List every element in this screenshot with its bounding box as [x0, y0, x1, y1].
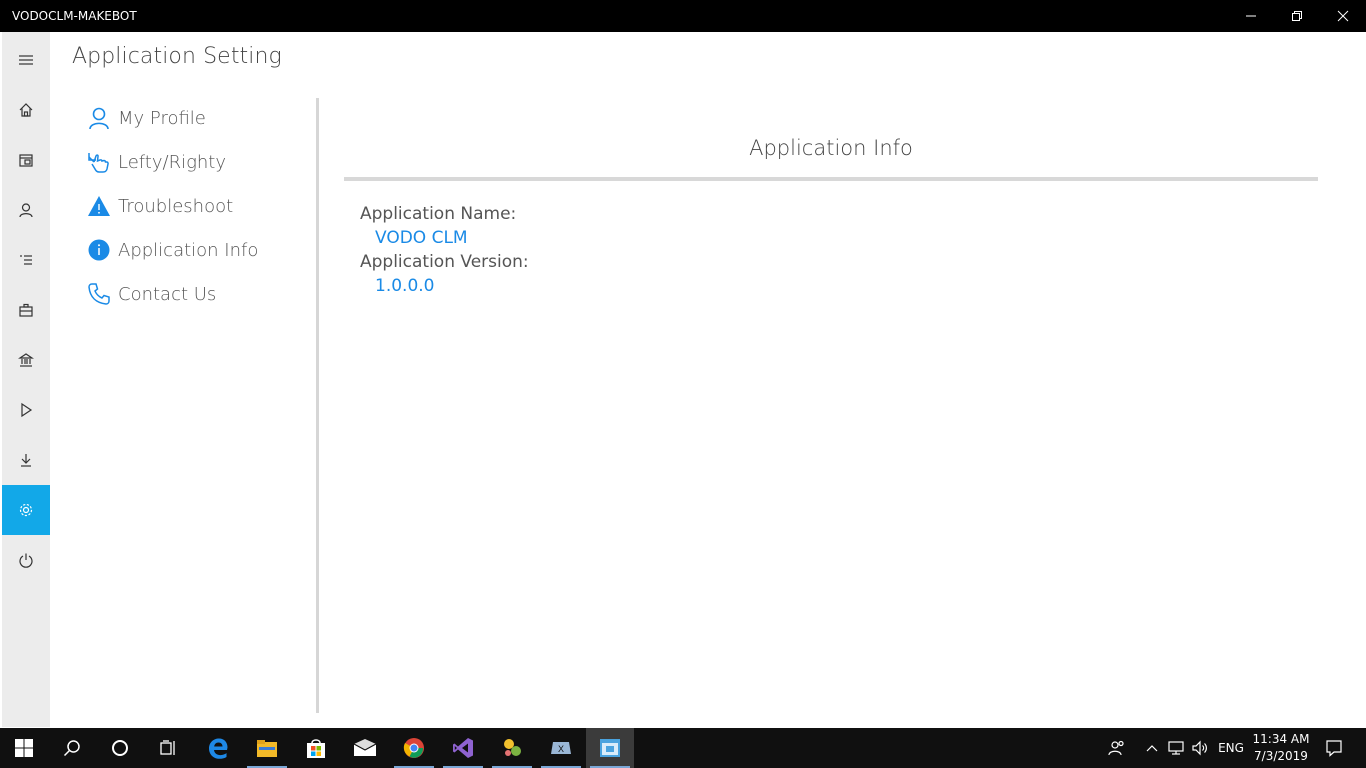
- search-icon: [63, 740, 80, 757]
- minimize-icon: [1246, 15, 1256, 17]
- file-explorer-taskbar-button[interactable]: [243, 728, 291, 768]
- nav-download[interactable]: [2, 435, 50, 485]
- app-taskbar-button-2[interactable]: X: [537, 728, 585, 768]
- visual-studio-taskbar-button[interactable]: [439, 728, 487, 768]
- clock-date: 7/3/2019: [1254, 749, 1308, 763]
- app-info-panel: Application Name: VODO CLM Application V…: [360, 202, 529, 298]
- person-icon: [19, 203, 33, 218]
- menu-item-label: Troubleshoot: [118, 195, 234, 217]
- cortana-button[interactable]: [96, 728, 144, 768]
- volume-icon: [1192, 740, 1207, 756]
- restore-button[interactable]: [1274, 0, 1320, 32]
- phone-icon: [86, 281, 112, 307]
- task-view-icon: [160, 740, 175, 755]
- edge-icon: [209, 738, 228, 759]
- menu-item-label: Application Info: [118, 239, 259, 261]
- store-icon: [19, 154, 33, 167]
- nav-home[interactable]: [2, 85, 50, 135]
- clock-time: 11:34 AM: [1252, 732, 1310, 746]
- mail-taskbar-button[interactable]: [341, 728, 389, 768]
- clock[interactable]: 11:34 AM 7/3/2019: [1250, 731, 1312, 765]
- list-icon: [20, 255, 32, 265]
- edge-taskbar-button[interactable]: [194, 728, 242, 768]
- people-button[interactable]: [1104, 728, 1130, 768]
- content-title: Application Info: [749, 136, 913, 160]
- cortana-icon: [112, 740, 128, 756]
- active-app-icon: [600, 739, 620, 757]
- info-icon: [86, 237, 112, 263]
- network-button[interactable]: [1164, 728, 1188, 768]
- nav-list[interactable]: [2, 235, 50, 285]
- nav-briefcase[interactable]: [2, 285, 50, 335]
- show-hidden-icons-button[interactable]: [1142, 728, 1162, 768]
- hamburger-menu-icon: [19, 55, 33, 65]
- minimize-button[interactable]: [1228, 0, 1274, 32]
- mail-icon: [353, 739, 377, 756]
- app-taskbar-button[interactable]: [488, 728, 536, 768]
- nav-profile[interactable]: [2, 185, 50, 235]
- close-button[interactable]: [1320, 0, 1366, 32]
- app-icon-2: X: [551, 742, 571, 754]
- power-icon: [19, 553, 33, 568]
- nav-bank[interactable]: [2, 335, 50, 385]
- gear-icon: [19, 503, 33, 517]
- app-version-label: Application Version:: [360, 252, 529, 272]
- chevron-up-icon: [1146, 745, 1158, 752]
- content-divider: [344, 177, 1318, 181]
- chrome-taskbar-button[interactable]: [390, 728, 438, 768]
- menu-item-contact-us[interactable]: Contact Us: [86, 272, 311, 316]
- menu-item-label: My Profile: [118, 107, 206, 129]
- action-center-button[interactable]: [1320, 728, 1348, 768]
- menu-divider: [316, 98, 319, 713]
- menu-item-label: Contact Us: [118, 283, 217, 305]
- hand-pointer-icon: [86, 149, 112, 175]
- play-icon: [21, 402, 33, 418]
- nav-rail: [2, 32, 50, 727]
- network-icon: [1168, 741, 1184, 755]
- active-app-taskbar-button[interactable]: [586, 728, 634, 768]
- svg-text:X: X: [558, 744, 564, 754]
- hamburger-menu-button[interactable]: [2, 35, 50, 85]
- app-name-label: Application Name:: [360, 204, 517, 224]
- file-explorer-icon: [257, 740, 277, 757]
- store-taskbar-button[interactable]: [292, 728, 340, 768]
- window-title: VODOCLM-MAKEBOT: [12, 9, 137, 23]
- download-icon: [21, 454, 31, 467]
- home-icon: [19, 103, 33, 117]
- nav-settings[interactable]: [2, 485, 50, 535]
- app-version-value: 1.0.0.0: [375, 276, 435, 296]
- notification-icon: [1326, 740, 1342, 757]
- page-title: Application Setting: [72, 44, 282, 69]
- app-icon: [504, 739, 521, 756]
- restore-icon: [1292, 11, 1302, 21]
- menu-item-lefty-righty[interactable]: Lefty/Righty: [86, 140, 311, 184]
- visual-studio-icon: [453, 738, 473, 758]
- app-name-value: VODO CLM: [375, 228, 468, 248]
- people-icon: [1108, 740, 1124, 756]
- menu-item-application-info[interactable]: Application Info: [86, 228, 311, 272]
- windows-start-icon: [15, 739, 33, 757]
- search-button[interactable]: [48, 728, 96, 768]
- start-button[interactable]: [0, 728, 48, 768]
- warning-icon: [86, 193, 112, 219]
- menu-item-troubleshoot[interactable]: Troubleshoot: [86, 184, 311, 228]
- close-icon: [1337, 10, 1349, 22]
- bank-icon: [18, 353, 34, 367]
- nav-store[interactable]: [2, 135, 50, 185]
- menu-item-my-profile[interactable]: My Profile: [86, 96, 311, 140]
- title-bar: VODOCLM-MAKEBOT: [0, 0, 1366, 32]
- menu-item-label: Lefty/Righty: [118, 151, 227, 173]
- nav-power[interactable]: [2, 535, 50, 585]
- volume-button[interactable]: [1188, 728, 1212, 768]
- chrome-icon: [403, 738, 424, 758]
- task-view-button[interactable]: [144, 728, 192, 768]
- person-icon: [86, 105, 112, 131]
- nav-play[interactable]: [2, 385, 50, 435]
- store-icon: [307, 739, 325, 758]
- briefcase-icon: [19, 303, 33, 317]
- language-indicator[interactable]: ENG: [1214, 728, 1248, 768]
- taskbar: X ENG 11:34 AM 7/3/2019: [0, 728, 1366, 768]
- settings-menu: My Profile Lefty/Righty Troubleshoot App…: [86, 96, 311, 316]
